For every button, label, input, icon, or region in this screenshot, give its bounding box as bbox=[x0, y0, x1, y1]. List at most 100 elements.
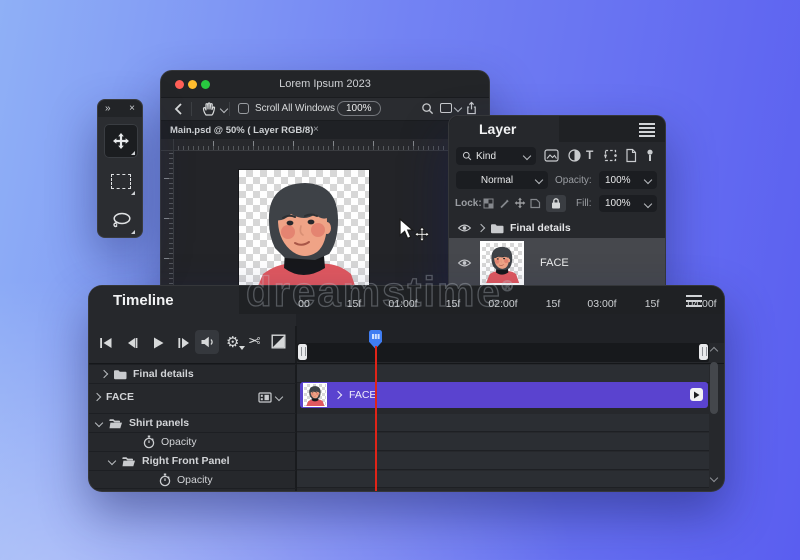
time-ruler-label: 01:00f bbox=[381, 298, 425, 310]
zoom-level-field[interactable]: 100% bbox=[337, 101, 381, 116]
palette-close-icon[interactable]: × bbox=[129, 103, 135, 114]
canvas-area bbox=[161, 139, 489, 299]
chevron-right-icon[interactable] bbox=[477, 224, 485, 232]
track-row-group[interactable]: Shirt panels bbox=[89, 413, 296, 432]
kind-filter-dropdown[interactable]: Kind bbox=[456, 147, 536, 165]
panel-menu-icon[interactable] bbox=[686, 295, 702, 297]
track-row-group[interactable]: Right Front Panel bbox=[89, 451, 296, 470]
track-row-property[interactable]: Opacity bbox=[89, 432, 296, 451]
settings-gear-icon[interactable]: ⚙ bbox=[226, 333, 239, 351]
time-ruler-label: 00 bbox=[282, 298, 326, 310]
lock-all-icon[interactable] bbox=[546, 195, 566, 212]
move-tool-button[interactable] bbox=[104, 124, 138, 158]
folder-open-icon bbox=[121, 456, 136, 467]
filmstrip-icon bbox=[258, 392, 272, 403]
work-area-start-handle[interactable] bbox=[298, 344, 307, 360]
layer-panel-title: Layer bbox=[479, 121, 516, 137]
tools-palette: » × bbox=[97, 99, 143, 238]
split-clip-scissors-icon[interactable]: ✂ bbox=[248, 332, 261, 350]
time-ruler-label: 15f bbox=[531, 298, 575, 310]
fill-dropdown[interactable]: 100% bbox=[599, 195, 657, 212]
tab-close-icon[interactable]: × bbox=[313, 124, 319, 135]
clip-play-badge[interactable] bbox=[690, 388, 703, 401]
horizontal-ruler bbox=[173, 139, 489, 151]
move-icon bbox=[112, 132, 130, 150]
track-row-layer[interactable]: FACE bbox=[89, 383, 296, 410]
scrollbar-thumb[interactable] bbox=[710, 362, 718, 414]
tab-bar: Main.psd @ 50% ( Layer RGB/8) × bbox=[161, 121, 489, 140]
track-lane[interactable] bbox=[297, 452, 709, 470]
scroll-down-icon[interactable] bbox=[710, 474, 718, 482]
filter-pin-icon[interactable] bbox=[641, 148, 659, 163]
chevron-right-icon[interactable] bbox=[334, 391, 342, 399]
gear-dropdown-arrow bbox=[239, 346, 245, 350]
main-window: Lorem Ipsum 2023 Scroll All Windows 100%… bbox=[160, 70, 490, 300]
play-button[interactable] bbox=[149, 335, 167, 351]
lock-transparency-icon[interactable] bbox=[483, 198, 494, 209]
track-lane[interactable] bbox=[297, 471, 709, 488]
filter-shape-icon[interactable] bbox=[621, 148, 639, 163]
track-lane[interactable] bbox=[297, 365, 709, 383]
back-button[interactable] bbox=[174, 103, 183, 115]
video-track-menu[interactable] bbox=[258, 392, 282, 403]
face-clip[interactable]: FACE bbox=[300, 382, 708, 408]
window-title: Lorem Ipsum 2023 bbox=[161, 78, 489, 90]
fill-label: Fill: bbox=[576, 198, 592, 209]
lock-artboard-icon[interactable] bbox=[529, 198, 541, 209]
lock-position-icon[interactable] bbox=[514, 197, 526, 209]
chevron-down-icon[interactable] bbox=[108, 457, 116, 465]
palette-collapse-icon[interactable]: » bbox=[105, 103, 111, 114]
scroll-all-windows-checkbox[interactable] bbox=[238, 103, 249, 114]
layer-name: FACE bbox=[540, 257, 569, 269]
blend-mode-dropdown[interactable]: Normal bbox=[456, 171, 548, 189]
hand-tool-button[interactable] bbox=[201, 101, 227, 117]
go-to-first-frame-button[interactable] bbox=[97, 335, 115, 351]
lock-pixels-icon[interactable] bbox=[499, 198, 510, 209]
marquee-tool-button[interactable] bbox=[104, 164, 138, 198]
filter-smart-object-icon[interactable] bbox=[601, 148, 619, 163]
search-icon[interactable] bbox=[421, 102, 434, 115]
window-toolbar: Scroll All Windows 100% bbox=[161, 98, 489, 121]
layer-thumbnail[interactable] bbox=[480, 241, 524, 285]
track-row-group[interactable]: Final details bbox=[89, 364, 296, 383]
layer-panel-header: Layer bbox=[449, 116, 665, 142]
scroll-up-icon[interactable] bbox=[710, 347, 718, 355]
chevron-right-icon[interactable] bbox=[93, 393, 101, 401]
chevron-right-icon[interactable] bbox=[100, 370, 108, 378]
audio-mute-button[interactable] bbox=[195, 330, 219, 354]
share-button[interactable] bbox=[465, 101, 478, 115]
chevron-down-icon[interactable] bbox=[95, 419, 103, 427]
transition-icon[interactable] bbox=[271, 334, 286, 349]
speaker-icon bbox=[200, 335, 215, 349]
work-area-end-handle[interactable] bbox=[699, 344, 708, 360]
lasso-tool-button[interactable] bbox=[104, 203, 138, 237]
next-frame-button[interactable] bbox=[175, 335, 193, 351]
artboard[interactable] bbox=[239, 170, 369, 300]
time-ruler-label: 02:00f bbox=[481, 298, 525, 310]
search-icon bbox=[462, 151, 472, 161]
filter-adjustment-icon[interactable] bbox=[565, 148, 583, 163]
filter-type-icon[interactable]: T bbox=[586, 148, 593, 162]
stopwatch-icon[interactable] bbox=[143, 435, 155, 449]
folder-open-icon bbox=[108, 418, 123, 429]
track-row-property[interactable]: Opacity bbox=[89, 470, 296, 489]
track-lane[interactable] bbox=[297, 414, 709, 432]
screen-mode-button[interactable] bbox=[440, 103, 461, 113]
window-titlebar[interactable]: Lorem Ipsum 2023 bbox=[161, 71, 489, 98]
stopwatch-icon[interactable] bbox=[159, 473, 171, 487]
previous-frame-button[interactable] bbox=[123, 335, 141, 351]
lock-label: Lock: bbox=[455, 198, 482, 209]
folder-icon bbox=[490, 223, 504, 234]
layer-group-row[interactable]: Final details bbox=[449, 218, 665, 238]
group-name: Final details bbox=[510, 222, 571, 234]
layer-row-selected[interactable]: FACE bbox=[449, 238, 665, 288]
opacity-dropdown[interactable]: 100% bbox=[599, 171, 657, 189]
time-ruler[interactable] bbox=[296, 314, 724, 343]
document-tab[interactable]: Main.psd @ 50% ( Layer RGB/8) bbox=[170, 125, 313, 136]
track-lane[interactable] bbox=[297, 433, 709, 451]
visibility-eye-icon[interactable] bbox=[457, 223, 472, 233]
filter-image-icon[interactable] bbox=[542, 148, 560, 163]
vertical-scrollbar[interactable] bbox=[708, 346, 721, 487]
panel-menu-icon[interactable] bbox=[639, 123, 655, 125]
visibility-eye-icon[interactable] bbox=[457, 258, 472, 268]
